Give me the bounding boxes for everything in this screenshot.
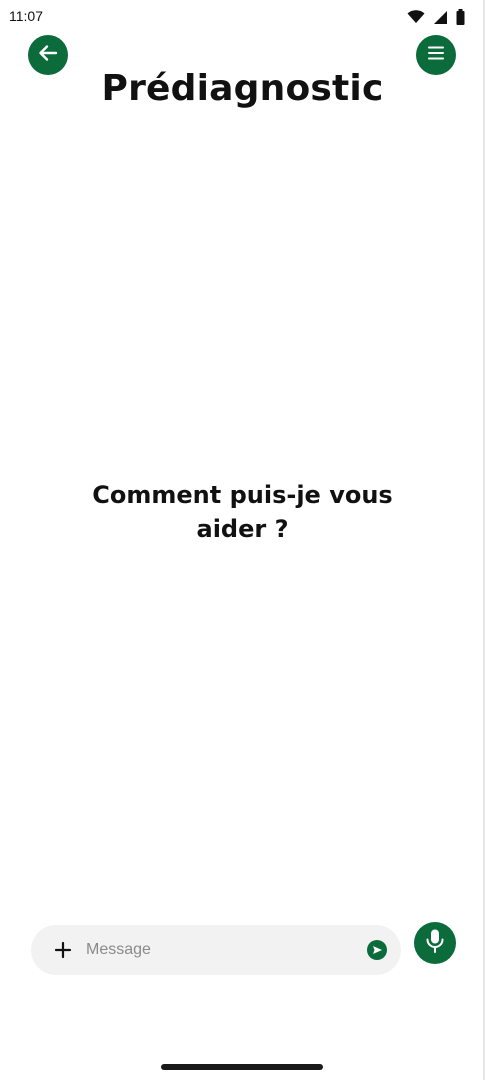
signal-icon (433, 10, 448, 25)
status-bar: 11:07 (0, 0, 485, 34)
status-time: 11:07 (9, 8, 43, 24)
microphone-icon (424, 928, 446, 958)
send-icon (371, 941, 383, 960)
page-title: Prédiagnostic (101, 68, 384, 109)
battery-icon (456, 9, 465, 25)
wifi-icon (407, 10, 425, 24)
plus-icon[interactable] (53, 940, 73, 960)
microphone-button[interactable] (414, 922, 456, 964)
send-button[interactable] (367, 940, 387, 960)
message-composer (31, 925, 401, 975)
home-indicator[interactable] (161, 1064, 323, 1070)
menu-icon (425, 42, 447, 68)
message-input[interactable] (86, 934, 356, 966)
status-icons (407, 9, 465, 25)
assistant-prompt: Comment puis-je vous aider ? (92, 481, 393, 543)
arrow-left-icon (37, 42, 59, 68)
